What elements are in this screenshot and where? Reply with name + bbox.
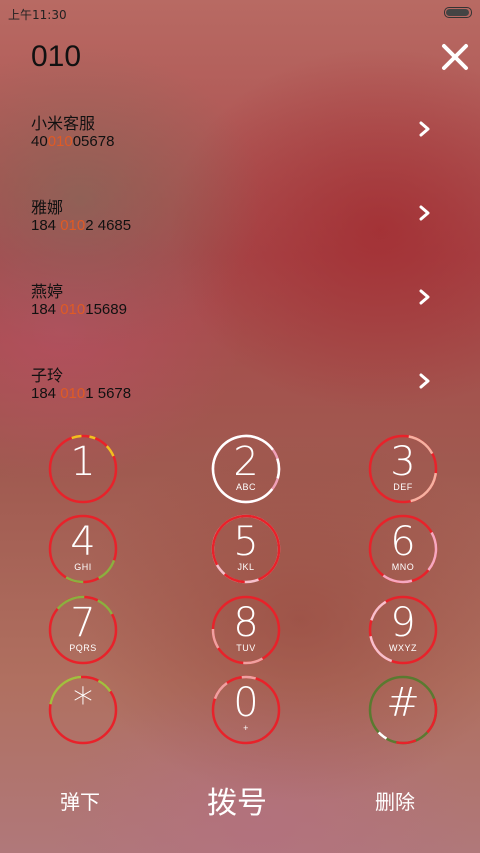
number-suffix: 1 5678	[85, 385, 132, 402]
battery-icon	[444, 7, 472, 18]
key-letters: DEF	[393, 482, 413, 492]
key-5[interactable]: 5 JKL	[211, 514, 281, 584]
chevron-right-icon	[419, 205, 430, 221]
key-7[interactable]: 7 PQRS	[48, 595, 118, 665]
number-suffix: 15689	[85, 301, 127, 318]
number-suffix: 2 4685	[85, 217, 132, 234]
key-letters: MNO	[391, 562, 415, 572]
status-bar: 上午11:30	[0, 0, 480, 26]
contact-number: 184 01015689	[31, 301, 127, 318]
key-letters: +	[243, 723, 249, 733]
key-digit: 3	[390, 439, 416, 485]
number-prefix: 184	[31, 385, 61, 402]
number-match: 010	[60, 217, 86, 234]
key-9[interactable]: 9 WXYZ	[368, 595, 438, 665]
hide-keypad-button[interactable]: 弹下	[60, 786, 100, 815]
contact-row[interactable]: 子玲 184 0101 5678	[0, 352, 480, 436]
key-letters: JKL	[237, 562, 255, 572]
key-2[interactable]: 2 ABC	[211, 434, 281, 504]
contact-name: 燕婷	[31, 282, 64, 301]
key-hash[interactable]: #	[368, 675, 438, 745]
number-prefix: 184	[31, 217, 61, 234]
key-6[interactable]: 6 MNO	[368, 514, 438, 584]
contact-row[interactable]: 小米客服 4001005678	[0, 100, 480, 184]
contact-name: 小米客服	[31, 114, 96, 133]
key-3[interactable]: 3 DEF	[368, 434, 438, 504]
contact-number: 184 0102 4685	[31, 217, 131, 234]
chevron-right-icon	[419, 373, 430, 389]
dial-query-display: 010	[31, 40, 82, 73]
delete-button[interactable]: 删除	[375, 786, 415, 815]
key-letters: TUV	[236, 643, 256, 653]
key-digit: 8	[233, 600, 259, 646]
chevron-right-icon	[419, 289, 430, 305]
number-prefix: 184	[31, 301, 61, 318]
number-match: 010	[47, 133, 73, 150]
key-0[interactable]: 0 +	[211, 675, 281, 745]
key-digit: *	[73, 680, 93, 726]
key-letters: PQRS	[69, 643, 97, 653]
key-digit: 0	[233, 680, 259, 726]
key-digit: 4	[70, 519, 96, 565]
contact-name: 雅娜	[31, 198, 64, 217]
key-letters: GHI	[74, 562, 92, 572]
contact-number: 184 0101 5678	[31, 385, 131, 402]
key-star[interactable]: *	[48, 675, 118, 745]
key-digit: 9	[390, 600, 416, 646]
number-match: 010	[60, 385, 86, 402]
close-button[interactable]	[440, 42, 470, 72]
key-digit: 2	[233, 439, 259, 485]
close-icon	[442, 44, 468, 70]
key-8[interactable]: 8 TUV	[211, 595, 281, 665]
number-match: 010	[60, 301, 86, 318]
chevron-right-icon	[419, 121, 430, 137]
key-4[interactable]: 4 GHI	[48, 514, 118, 584]
dial-button[interactable]: 拨号	[207, 778, 267, 822]
contact-row[interactable]: 雅娜 184 0102 4685	[0, 184, 480, 268]
key-digit: 7	[70, 600, 96, 646]
key-letters: WXYZ	[389, 643, 417, 653]
key-digit: 6	[390, 519, 416, 565]
contact-row[interactable]: 燕婷 184 01015689	[0, 268, 480, 352]
contact-name: 子玲	[31, 366, 64, 385]
number-suffix: 05678	[72, 133, 115, 150]
key-1[interactable]: 1	[48, 434, 118, 504]
number-prefix: 40	[31, 133, 48, 150]
key-digit: 1	[70, 439, 96, 485]
key-letters: ABC	[235, 482, 256, 492]
key-digit: #	[386, 680, 420, 726]
battery-level	[446, 9, 470, 16]
status-time: 上午11:30	[8, 8, 67, 22]
contact-number: 4001005678	[31, 133, 114, 150]
key-digit: 5	[233, 519, 259, 565]
